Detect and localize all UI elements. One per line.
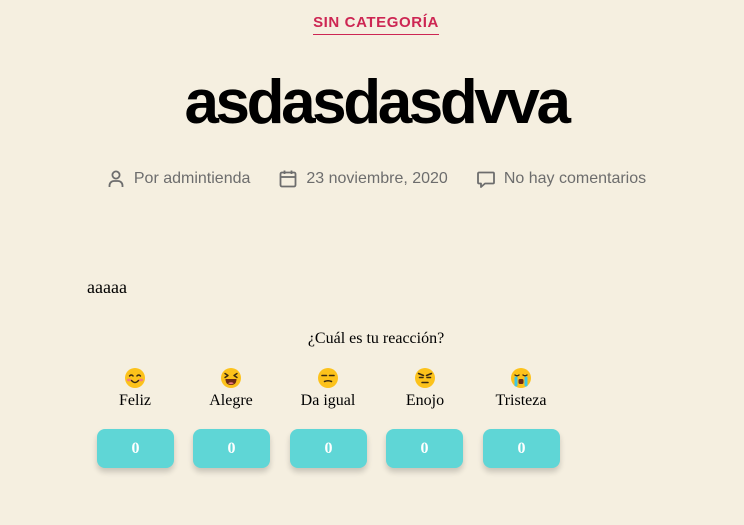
- reaction-count-alegre-button[interactable]: 0: [193, 429, 270, 468]
- reaction-label: Tristeza: [495, 392, 547, 409]
- category-link[interactable]: SIN CATEGORÍA: [313, 14, 439, 35]
- laughing-face-icon: [221, 368, 241, 388]
- user-icon: [108, 170, 124, 187]
- crying-face-icon: [511, 368, 531, 388]
- reaction-count-enojo-button[interactable]: 0: [386, 429, 463, 468]
- reaction-label: Enojo: [405, 392, 445, 409]
- post-title: asdasdasdvva: [184, 68, 570, 137]
- reaction-label: Alegre: [209, 392, 253, 409]
- reaction-label: Feliz: [119, 392, 151, 409]
- post-category: SIN CATEGORÍA: [0, 14, 744, 35]
- reaction-enojo[interactable]: Enojo: [385, 367, 465, 411]
- date-link[interactable]: 23 noviembre, 2020: [306, 168, 447, 190]
- author-link[interactable]: Por admintienda: [134, 168, 251, 190]
- post-author: Por admintienda: [106, 168, 251, 190]
- reaction-feliz[interactable]: Feliz: [95, 367, 175, 411]
- reaction-count-da-igual-button[interactable]: 0: [290, 429, 367, 468]
- reaction-label: Da igual: [300, 392, 356, 409]
- angry-face-icon: [415, 368, 435, 388]
- post-date: 23 noviembre, 2020: [278, 168, 448, 190]
- reaction-da-igual[interactable]: Da igual: [288, 367, 368, 411]
- smiling-blush-face-icon: [125, 368, 145, 388]
- reaction-count-feliz-button[interactable]: 0: [97, 429, 174, 468]
- reaction-tristeza[interactable]: Tristeza: [481, 367, 561, 411]
- comment-icon: [476, 171, 495, 188]
- reactions-prompt: ¿Cuál es tu reacción?: [307, 330, 445, 347]
- reaction-alegre[interactable]: Alegre: [191, 367, 271, 411]
- unamused-face-icon: [318, 368, 338, 388]
- calendar-icon: [279, 170, 297, 188]
- post-page: SIN CATEGORÍA asdasdasdvva Por admintien…: [0, 0, 744, 525]
- post-comments: No hay comentarios: [476, 168, 646, 190]
- comments-link[interactable]: No hay comentarios: [504, 168, 646, 190]
- post-meta: Por admintienda 23 noviembre, 2020 No ha…: [0, 168, 744, 190]
- reaction-count-tristeza-button[interactable]: 0: [483, 429, 560, 468]
- post-content: aaaaa: [87, 277, 127, 297]
